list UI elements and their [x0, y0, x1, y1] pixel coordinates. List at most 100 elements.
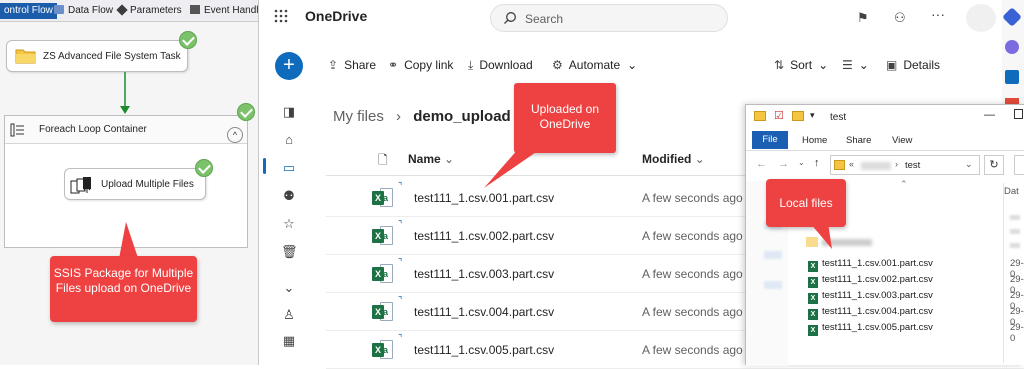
ssis-callout-text: SSIS Package for Multiple Files upload o… — [53, 266, 194, 295]
blurred-date — [1010, 229, 1020, 234]
details-button[interactable]: ▣ Details — [886, 58, 940, 72]
list-item[interactable]: Xtest111_1.csv.003.part.csv — [808, 290, 933, 304]
tab-event-handlers[interactable]: Event Handle — [190, 3, 258, 19]
success-check-icon — [195, 159, 213, 177]
column-modified[interactable]: Modified ⌄ — [642, 152, 705, 166]
task-upload-multiple-files[interactable]: Upload Multiple Files — [64, 168, 206, 200]
chevron-down-icon: ⌄ — [965, 159, 973, 169]
file-modified: A few seconds ago — [642, 267, 743, 281]
file-name: test111_1.csv.003.part.csv — [822, 290, 933, 301]
container-title: Foreach Loop Container — [39, 124, 147, 135]
parameters-icon — [116, 4, 128, 16]
maximize-icon[interactable] — [1014, 109, 1023, 119]
list-item[interactable]: Xtest111_1.csv.004.part.csv — [808, 306, 933, 320]
ribbon-tab-view[interactable]: View — [892, 135, 912, 146]
folder-icon — [754, 111, 766, 121]
sync-icon: ⌝ — [398, 333, 403, 343]
download-button[interactable]: ⤓ Download — [468, 58, 533, 73]
avatar[interactable] — [966, 4, 996, 32]
event-handler-icon — [190, 5, 200, 14]
refresh-button[interactable]: ↻ — [984, 155, 1004, 175]
recycle-bin-icon[interactable]: 🗑 — [281, 244, 298, 260]
automate-button[interactable]: ⚙ Automate ⌄ — [552, 58, 637, 72]
calendar-icon[interactable]: ▦ — [281, 333, 297, 349]
list-item[interactable]: Xtest111_1.csv.002.part.csv — [808, 274, 933, 288]
app-title[interactable]: OneDrive — [305, 8, 367, 24]
new-folder-icon[interactable] — [792, 111, 804, 121]
list-item[interactable]: Xtest111_1.csv.005.part.csv — [808, 322, 933, 336]
column-name[interactable]: Name ⌄ — [408, 152, 454, 166]
task-file-system[interactable]: ZS Advanced File System Task — [6, 40, 188, 72]
task-file-system-label: ZS Advanced File System Task — [43, 51, 181, 62]
forward-arrow-icon[interactable]: → — [778, 158, 789, 170]
sync-icon: ⌝ — [398, 181, 403, 191]
address-bar[interactable]: « › test ⌄ — [830, 155, 980, 175]
file-name[interactable]: test111_1.csv.005.part.csv — [414, 343, 554, 357]
excel-file-icon: Xa — [372, 302, 394, 322]
ribbon-tab-share[interactable]: Share — [846, 135, 871, 146]
upload-files-icon — [69, 175, 95, 195]
ribbon-tab-file[interactable]: File — [752, 131, 788, 149]
share-button[interactable]: ⇪ Share — [328, 58, 376, 72]
file-explorer-window: ☑ ▾ test — File Home Share View ← → ⌄ ↑ … — [745, 104, 1024, 366]
excel-file-icon: Xa — [372, 264, 394, 284]
copilot-icon[interactable] — [1002, 7, 1022, 27]
chevron-down-icon[interactable]: ⌄ — [798, 158, 805, 167]
explorer-callout-text: Local files — [779, 196, 833, 210]
home-icon[interactable]: ⌂ — [281, 132, 297, 148]
app-launcher-icon[interactable] — [274, 9, 288, 23]
properties-icon[interactable]: ☑ — [774, 109, 784, 122]
minimize-icon[interactable]: — — [984, 109, 995, 121]
excel-file-icon: X — [808, 261, 818, 272]
tab-data-flow[interactable]: Data Flow — [54, 3, 113, 19]
collapse-up-icon[interactable]: ⌃ — [900, 179, 908, 190]
automate-icon: ⚙ — [552, 58, 563, 72]
file-modified: A few seconds ago — [642, 229, 743, 243]
list-item[interactable]: Xtest111_1.csv.001.part.csv — [808, 258, 933, 272]
copy-link-button[interactable]: ⚭ Copy link — [388, 58, 453, 72]
star-icon[interactable]: ☆ — [281, 216, 297, 232]
download-icon: ⤓ — [468, 58, 474, 72]
folder-icon[interactable]: ▭ — [281, 160, 297, 176]
file-name[interactable]: test111_1.csv.002.part.csv — [414, 229, 554, 243]
search-placeholder: Search — [525, 12, 564, 26]
back-arrow-icon[interactable]: ← — [756, 158, 767, 170]
file-name[interactable]: test111_1.csv.004.part.csv — [414, 305, 554, 319]
chevron-down-icon: ⌄ — [858, 58, 869, 72]
person-icon[interactable]: ♙ — [281, 307, 297, 323]
file-name: test111_1.csv.004.part.csv — [822, 306, 933, 317]
chevron-down-icon: ⌄ — [818, 58, 829, 72]
tab-control-flow[interactable]: ontrol Flow — [0, 3, 57, 19]
quick-access-dropdown-icon[interactable]: ▾ — [810, 110, 815, 121]
more-options-icon[interactable]: ··· — [931, 6, 945, 22]
chevron-down-icon[interactable]: ⌄ — [281, 280, 297, 296]
breadcrumb-current[interactable]: demo_upload — [413, 108, 511, 125]
explorer-callout: Local files — [766, 179, 846, 227]
tab-parameters[interactable]: Parameters — [116, 3, 182, 19]
onedrive-callout-text: Uploaded on OneDrive — [530, 102, 600, 131]
people-icon[interactable]: ⚉ — [281, 188, 297, 204]
ssis-designer: ontrol Flow Data Flow Parameters Event H… — [0, 0, 259, 365]
breadcrumb-root[interactable]: My files — [333, 108, 384, 125]
sync-icon: ⌝ — [398, 219, 403, 229]
foreach-loop-icon — [10, 122, 26, 138]
search-box[interactable]: Search — [490, 4, 728, 32]
nav-item[interactable] — [764, 251, 782, 259]
view-options-button[interactable]: ☰ ⌄ — [842, 58, 869, 72]
automate-label: Automate — [568, 58, 621, 72]
file-modified: A few seconds ago — [642, 305, 743, 319]
panel-toggle-icon[interactable]: ◨ — [281, 104, 297, 120]
search-box[interactable] — [1014, 155, 1024, 175]
share-network-icon[interactable]: ⚇ — [894, 10, 906, 26]
sort-button[interactable]: ⇅ Sort ⌄ — [774, 58, 828, 72]
up-arrow-icon[interactable]: ↑ — [814, 157, 820, 169]
share-icon: ⇪ — [328, 58, 339, 72]
file-name[interactable]: test111_1.csv.001.part.csv — [414, 191, 554, 205]
nav-item[interactable] — [764, 281, 782, 289]
megaphone-icon[interactable]: ⚑ — [857, 10, 869, 26]
collapse-icon[interactable]: ^ — [227, 127, 243, 143]
ribbon-tab-home[interactable]: Home — [802, 135, 827, 146]
search-icon — [503, 11, 517, 25]
column-date[interactable]: Dat — [1004, 186, 1019, 197]
file-name[interactable]: test111_1.csv.003.part.csv — [414, 267, 554, 281]
